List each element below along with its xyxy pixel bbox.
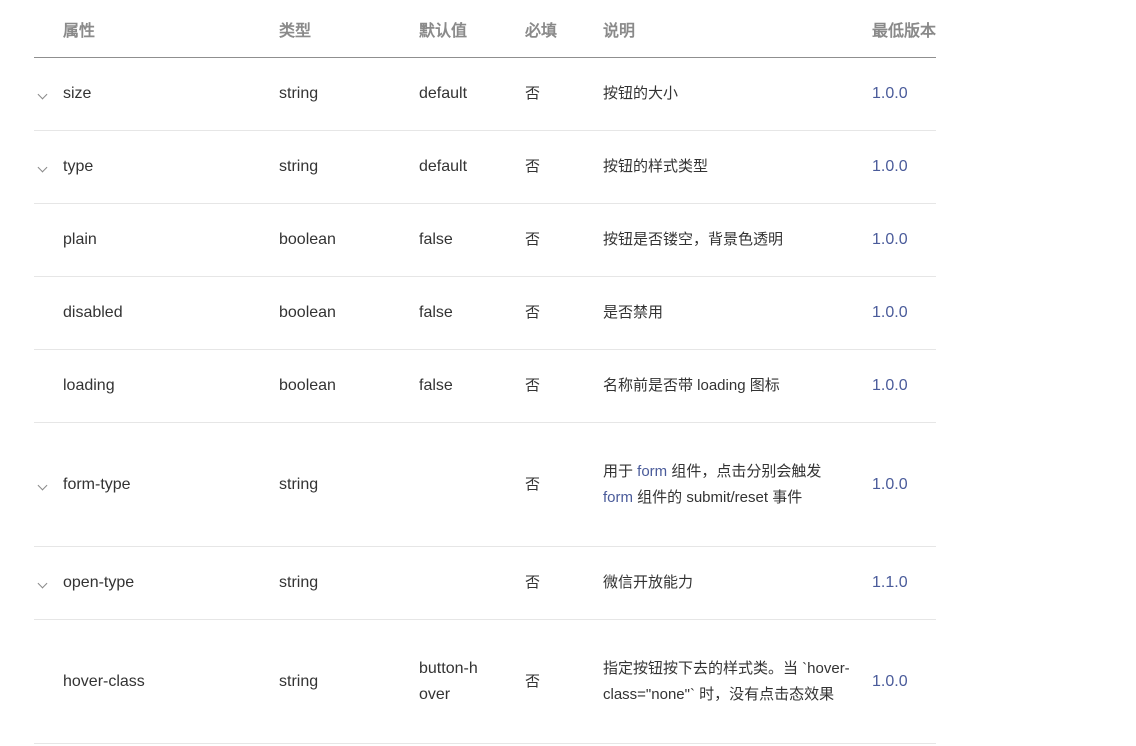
form-link[interactable]: form xyxy=(603,489,633,506)
attr-desc: 名称前是否带 loading 图标 xyxy=(603,349,872,423)
chevron-down-icon[interactable] xyxy=(37,162,48,173)
attr-type: boolean xyxy=(279,276,419,350)
attr-version: 1.0.0 xyxy=(872,57,936,131)
attr-type: string xyxy=(279,422,419,547)
attr-type: string xyxy=(279,130,419,204)
attr-type: boolean xyxy=(279,203,419,277)
attr-name: plain xyxy=(63,203,279,277)
attr-required: 否 xyxy=(525,422,603,547)
attr-version: 1.0.0 xyxy=(872,276,936,350)
attr-type: string xyxy=(279,57,419,131)
attr-version: 1.0.0 xyxy=(872,349,936,423)
header-required: 必填 xyxy=(525,0,603,58)
header-attr: 属性 xyxy=(63,0,279,58)
chevron-down-icon[interactable] xyxy=(37,578,48,589)
attributes-table-container: 属性 类型 默认值 必填 说明 最低版本 size string default… xyxy=(34,0,936,744)
expand-cell[interactable] xyxy=(34,422,63,547)
attr-version: 1.1.0 xyxy=(872,546,936,620)
attr-default: button-hover xyxy=(419,619,525,744)
table-row: loading boolean false 否 名称前是否带 loading 图… xyxy=(34,349,936,423)
attr-desc: 指定按钮按下去的样式类。当 `hover-class="none"` 时，没有点… xyxy=(603,619,872,744)
attr-name: hover-class xyxy=(63,619,279,744)
attr-default xyxy=(419,546,525,620)
table-header-row: 属性 类型 默认值 必填 说明 最低版本 xyxy=(34,0,936,58)
attr-default: false xyxy=(419,349,525,423)
attr-type: string xyxy=(279,546,419,620)
attr-desc: 是否禁用 xyxy=(603,276,872,350)
attr-name: open-type xyxy=(63,546,279,620)
table-row: size string default 否 按钮的大小 1.0.0 xyxy=(34,57,936,131)
attr-required: 否 xyxy=(525,349,603,423)
table-row: disabled boolean false 否 是否禁用 1.0.0 xyxy=(34,276,936,350)
header-version: 最低版本 xyxy=(872,0,936,58)
header-expand xyxy=(34,0,63,58)
attr-name: loading xyxy=(63,349,279,423)
attr-default: false xyxy=(419,203,525,277)
attr-required: 否 xyxy=(525,130,603,204)
table-row: plain boolean false 否 按钮是否镂空，背景色透明 1.0.0 xyxy=(34,203,936,277)
attr-desc: 微信开放能力 xyxy=(603,546,872,620)
attr-version: 1.0.0 xyxy=(872,130,936,204)
expand-cell-empty xyxy=(34,203,63,277)
attr-default: default xyxy=(419,130,525,204)
attr-desc: 按钮的样式类型 xyxy=(603,130,872,204)
attr-version: 1.0.0 xyxy=(872,422,936,547)
expand-cell[interactable] xyxy=(34,57,63,131)
header-type: 类型 xyxy=(279,0,419,58)
desc-text: 组件，点击分别会触发 xyxy=(667,462,822,480)
attr-desc: 按钮是否镂空，背景色透明 xyxy=(603,203,872,277)
attr-default xyxy=(419,422,525,547)
attr-version: 1.0.0 xyxy=(872,203,936,277)
attr-name: size xyxy=(63,57,279,131)
attr-desc: 按钮的大小 xyxy=(603,57,872,131)
expand-cell-empty xyxy=(34,349,63,423)
form-link[interactable]: form xyxy=(637,463,667,480)
table-row: hover-class string button-hover 否 指定按钮按下… xyxy=(34,619,936,744)
table-row: open-type string 否 微信开放能力 1.1.0 xyxy=(34,546,936,620)
expand-cell-empty xyxy=(34,619,63,744)
attr-required: 否 xyxy=(525,276,603,350)
attr-type: boolean xyxy=(279,349,419,423)
attr-name: form-type xyxy=(63,422,279,547)
expand-cell[interactable] xyxy=(34,130,63,204)
attr-type: string xyxy=(279,619,419,744)
attr-name: type xyxy=(63,130,279,204)
attr-name: disabled xyxy=(63,276,279,350)
attr-required: 否 xyxy=(525,203,603,277)
expand-cell[interactable] xyxy=(34,546,63,620)
attr-required: 否 xyxy=(525,57,603,131)
attr-required: 否 xyxy=(525,546,603,620)
chevron-down-icon[interactable] xyxy=(37,480,48,490)
attr-version: 1.0.0 xyxy=(872,619,936,744)
chevron-down-icon[interactable] xyxy=(37,89,48,100)
attr-desc: 用于 form 组件，点击分别会触发 form 组件的 submit/reset… xyxy=(603,422,872,547)
attr-default: false xyxy=(419,276,525,350)
table-row: form-type string 否 用于 form 组件，点击分别会触发 fo… xyxy=(34,422,936,547)
desc-text: 用于 xyxy=(603,462,638,480)
header-desc: 说明 xyxy=(603,0,872,58)
expand-cell-empty xyxy=(34,276,63,350)
attr-required: 否 xyxy=(525,619,603,744)
desc-text: 组件的 submit/reset 事件 xyxy=(633,488,803,506)
table-row: type string default 否 按钮的样式类型 1.0.0 xyxy=(34,130,936,204)
attributes-table: 属性 类型 默认值 必填 说明 最低版本 size string default… xyxy=(34,0,936,744)
header-default: 默认值 xyxy=(419,0,525,58)
attr-default: default xyxy=(419,57,525,131)
